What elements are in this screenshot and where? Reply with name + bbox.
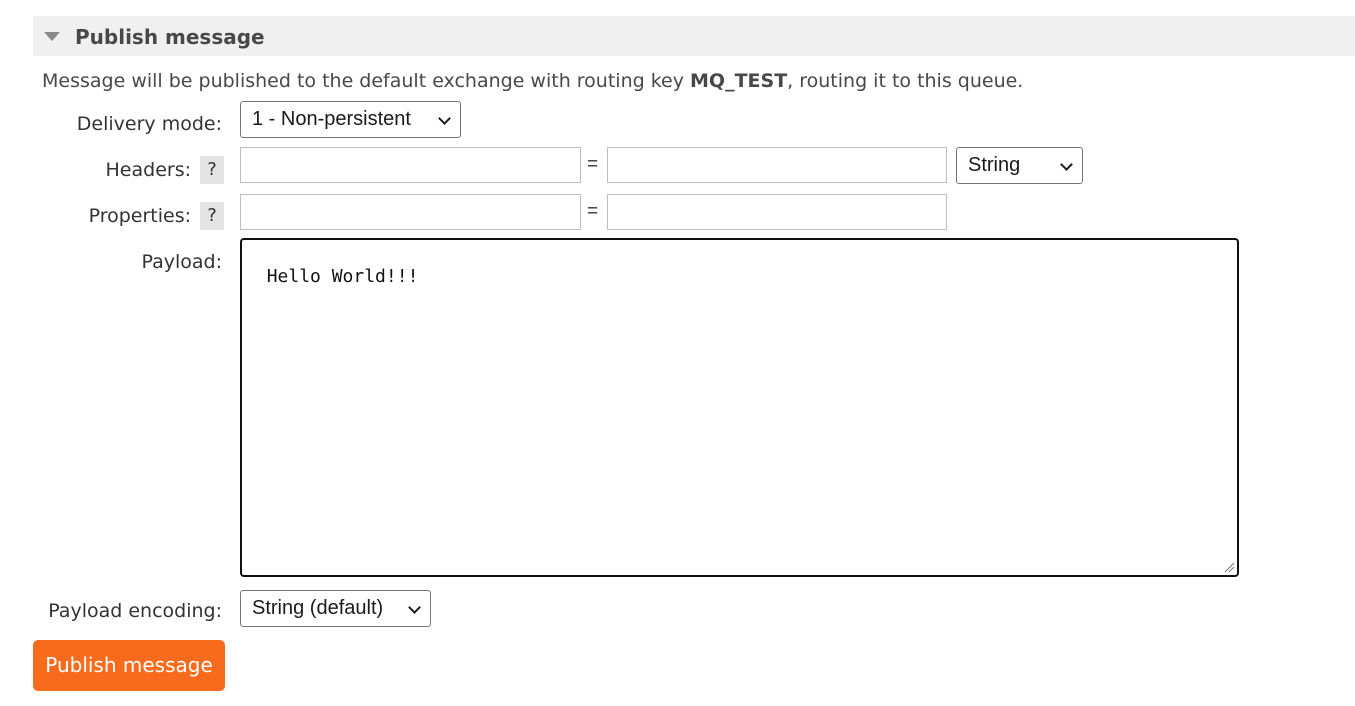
properties-equals-sign: = bbox=[587, 201, 599, 222]
header-key-input[interactable] bbox=[240, 147, 581, 183]
routing-info: Message will be published to the default… bbox=[42, 70, 1023, 92]
delivery-mode-value: 1 - Non-persistent bbox=[252, 108, 411, 130]
delivery-mode-select[interactable]: 1 - Non-persistent bbox=[240, 101, 461, 138]
payload-encoding-select[interactable]: String (default) bbox=[240, 590, 431, 627]
header-value-input[interactable] bbox=[607, 147, 947, 183]
section-title: Publish message bbox=[75, 25, 265, 49]
header-type-select[interactable]: String bbox=[956, 147, 1083, 184]
property-key-input[interactable] bbox=[240, 194, 581, 230]
resize-grip-icon[interactable] bbox=[1223, 561, 1235, 573]
headers-equals-sign: = bbox=[587, 154, 599, 175]
payload-textarea[interactable]: Hello World!!! bbox=[240, 238, 1239, 577]
chevron-down-icon bbox=[408, 601, 421, 614]
publish-message-section-header[interactable]: Publish message bbox=[33, 16, 1355, 56]
routing-info-suffix: , routing it to this queue. bbox=[787, 70, 1024, 92]
routing-key: MQ_TEST bbox=[690, 70, 788, 92]
chevron-down-icon bbox=[1060, 158, 1073, 171]
header-type-value: String bbox=[968, 154, 1021, 176]
triangle-down-icon bbox=[44, 32, 60, 41]
headers-help-icon[interactable]: ? bbox=[200, 156, 224, 184]
payload-encoding-value: String (default) bbox=[252, 597, 384, 619]
payload-label: Payload: bbox=[141, 251, 223, 273]
property-value-input[interactable] bbox=[607, 194, 947, 230]
payload-text: Hello World!!! bbox=[266, 266, 419, 287]
publish-message-button[interactable]: Publish message bbox=[33, 640, 225, 691]
properties-help-icon[interactable]: ? bbox=[200, 202, 224, 230]
routing-info-prefix: Message will be published to the default… bbox=[42, 70, 691, 92]
chevron-down-icon bbox=[438, 112, 451, 125]
delivery-mode-label: Delivery mode: bbox=[76, 113, 222, 135]
properties-label: Properties: bbox=[88, 205, 191, 227]
payload-encoding-label: Payload encoding: bbox=[48, 600, 222, 622]
headers-label: Headers: bbox=[105, 159, 191, 181]
